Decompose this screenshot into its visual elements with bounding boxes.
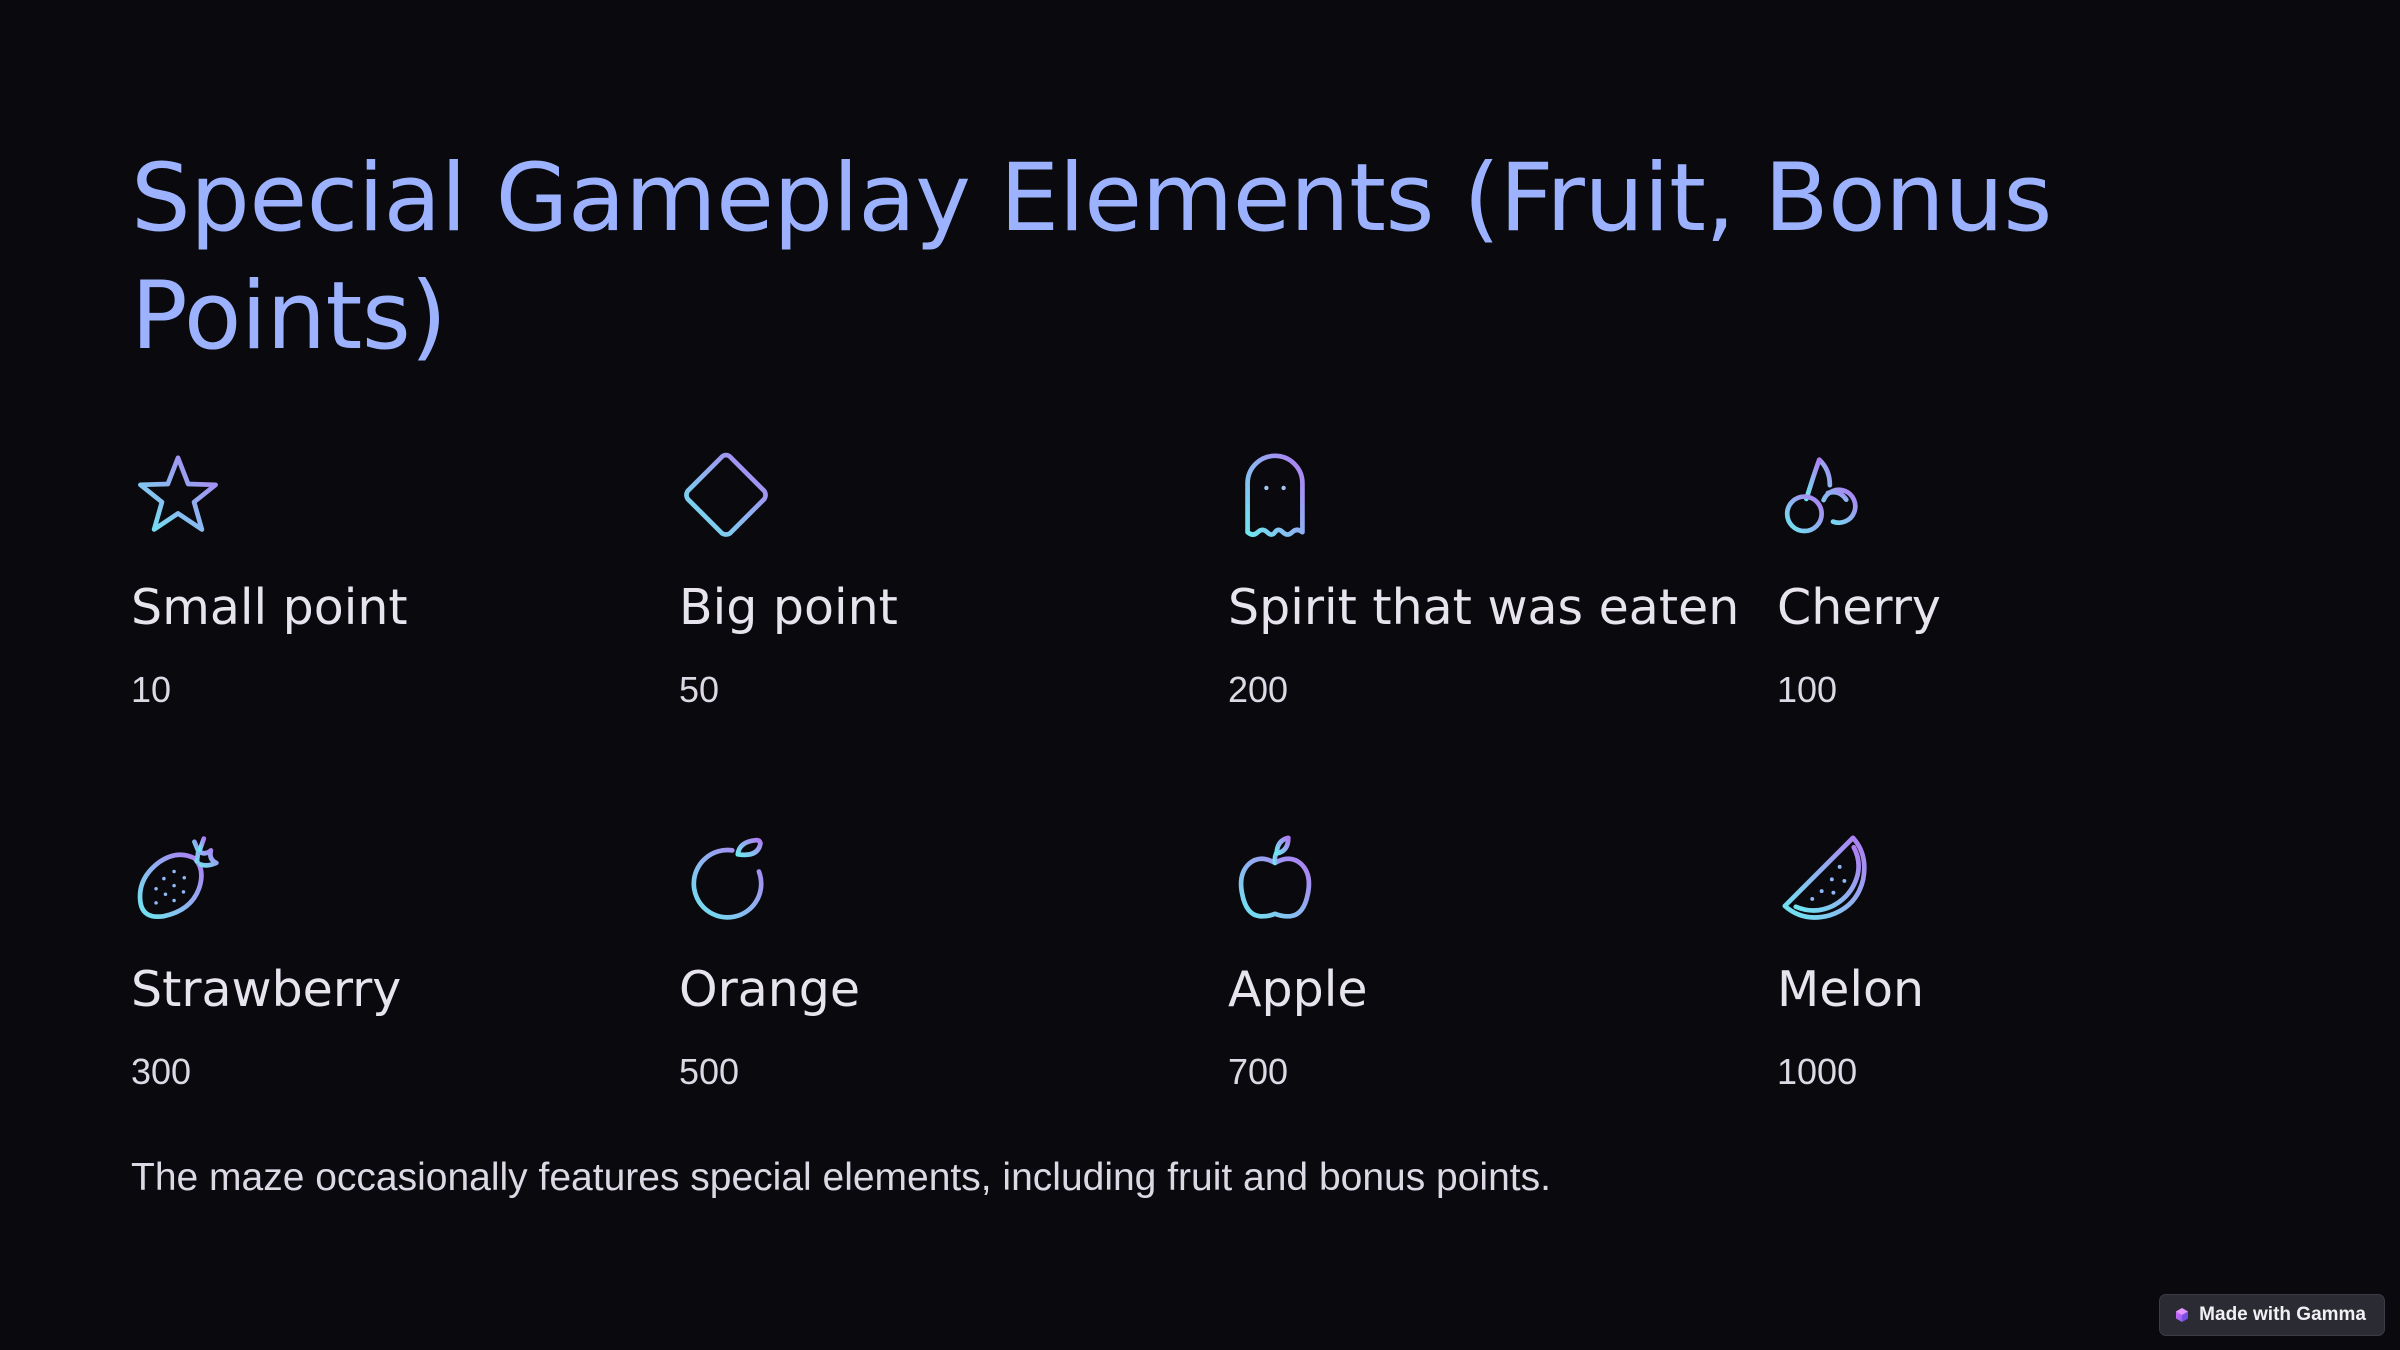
made-with-gamma-badge[interactable]: Made with Gamma [2159, 1294, 2385, 1336]
grid-item-label: Melon [1777, 961, 1925, 1018]
page-title: Special Gameplay Elements (Fruit, Bonus … [131, 144, 2052, 371]
apple-icon [1228, 830, 1322, 924]
grid-item-value: 100 [1777, 669, 1838, 710]
orange-icon [679, 830, 773, 924]
grid-item-label: Spirit that was eaten [1228, 579, 1740, 636]
grid-item-value: 1000 [1777, 1051, 1858, 1092]
grid-item-label: Cherry [1777, 579, 1941, 636]
grid-item-label: Big point [679, 579, 898, 636]
star-icon [131, 448, 225, 542]
grid-item-label: Orange [679, 961, 861, 1018]
grid-item-value: 500 [679, 1051, 740, 1092]
grid-item-value: 300 [131, 1051, 192, 1092]
strawberry-icon [131, 830, 225, 924]
grid-item-value: 10 [131, 669, 172, 710]
cherry-icon [1777, 448, 1871, 542]
badge-label: Made with Gamma [2199, 1304, 2366, 1325]
grid-item-label: Apple [1228, 961, 1368, 1018]
description-text: The maze occasionally features special e… [131, 1156, 1551, 1199]
grid-item-label: Strawberry [131, 961, 402, 1018]
grid-item-value: 50 [679, 669, 720, 710]
diamond-icon [679, 448, 773, 542]
slide: Special Gameplay Elements (Fruit, Bonus … [0, 0, 2400, 1350]
grid-item-label: Small point [131, 579, 408, 636]
melon-icon [1777, 830, 1871, 924]
ghost-icon [1228, 448, 1322, 542]
grid-item-value: 200 [1228, 669, 1289, 710]
gamma-logo-icon [2176, 1308, 2189, 1322]
grid-item-value: 700 [1228, 1051, 1289, 1092]
